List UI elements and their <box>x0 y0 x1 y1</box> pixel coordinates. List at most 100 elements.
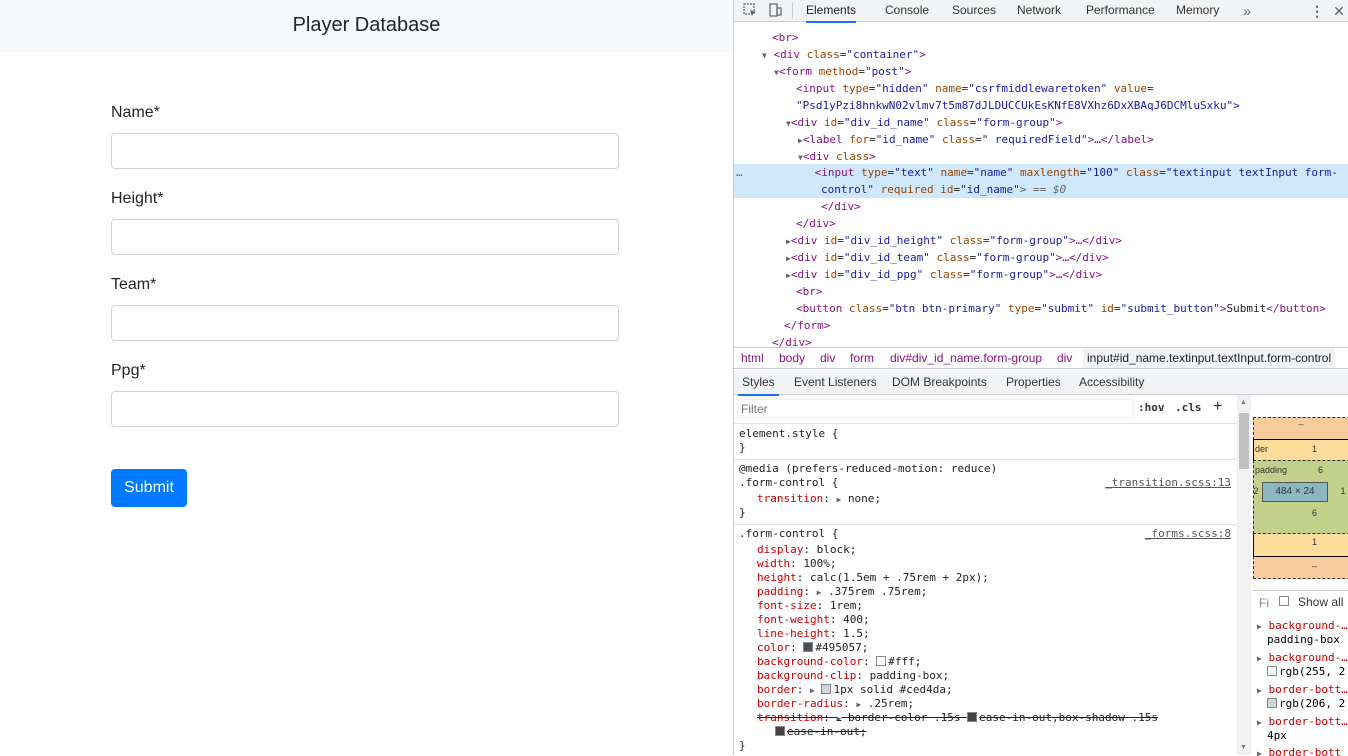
computed-property[interactable]: ▶ background-… <box>1257 619 1348 633</box>
ppg-input[interactable] <box>111 391 619 427</box>
style-declaration[interactable]: color: #495057; <box>757 641 868 655</box>
padding-left-value[interactable]: 2 <box>1253 484 1259 498</box>
style-declaration[interactable]: width: 100%; <box>757 557 837 571</box>
scroll-down-icon[interactable]: ▼ <box>1240 744 1247 751</box>
breadcrumb-item[interactable]: body <box>779 351 805 365</box>
device-toolbar-icon[interactable] <box>767 3 783 19</box>
overridden-declaration[interactable]: transition: ▶ border-color .15s ease-in-… <box>757 711 1158 725</box>
inspect-element-icon[interactable] <box>742 3 758 19</box>
tab-styles[interactable]: Styles <box>738 370 779 396</box>
team-input[interactable] <box>111 305 619 341</box>
easing-icon[interactable] <box>967 712 978 722</box>
overridden-declaration-continuation: ease-in-out; <box>775 725 866 739</box>
dom-node[interactable]: ▼<div class> <box>734 148 1348 165</box>
dom-node[interactable]: </div> <box>734 215 1348 232</box>
style-declaration[interactable]: height: calc(1.5em + .75rem + 2px); <box>757 571 989 585</box>
dom-node[interactable]: ▶<div id="div_id_team" class="form-group… <box>734 249 1348 266</box>
menu-icon[interactable]: ⋮ <box>1309 3 1325 19</box>
dom-node[interactable]: <br> <box>734 29 1348 46</box>
tab-memory[interactable]: Memory <box>1176 0 1219 21</box>
devtools-toolbar: Elements Console Sources Network Perform… <box>734 0 1348 23</box>
color-swatch-icon[interactable] <box>876 656 887 666</box>
breadcrumb-item[interactable]: div <box>1057 351 1072 365</box>
computed-property[interactable]: ▶ background-… <box>1257 651 1348 665</box>
dom-node[interactable]: ▶<div id="div_id_ppg" class="form-group"… <box>734 266 1348 283</box>
tab-performance[interactable]: Performance <box>1086 0 1155 21</box>
dom-node[interactable]: <br> <box>734 283 1348 300</box>
submit-button[interactable]: Submit <box>111 469 187 507</box>
tab-properties[interactable]: Properties <box>1006 370 1061 394</box>
style-declaration[interactable]: background-color: #fff; <box>757 655 921 669</box>
style-declaration[interactable]: display: block; <box>757 543 856 557</box>
class-toggle-button[interactable]: .cls <box>1175 401 1202 414</box>
breadcrumb-item[interactable]: div <box>820 351 835 365</box>
rule-selector[interactable]: .form-control { <box>739 476 838 490</box>
dom-node[interactable]: <button class="btn btn-primary" type="su… <box>734 300 1348 317</box>
styles-pane: :hov .cls + element.style { } @media (pr… <box>734 395 1237 755</box>
dom-node[interactable]: <input type="hidden" name="csrfmiddlewar… <box>734 80 1348 97</box>
padding-top-value[interactable]: 6 <box>1253 464 1323 476</box>
scrollbar-thumb[interactable] <box>1239 413 1249 469</box>
dom-node[interactable]: ▶<div id="div_id_height" class="form-gro… <box>734 232 1348 249</box>
style-declaration[interactable]: line-height: 1.5; <box>757 627 870 641</box>
easing-icon[interactable] <box>775 726 785 736</box>
computed-pane: Fi Show all ▶ background-… padding-box ▶… <box>1253 590 1348 756</box>
style-declaration[interactable]: transition: ▶ none; <box>757 492 881 506</box>
hover-state-button[interactable]: :hov <box>1138 401 1165 414</box>
show-all-checkbox[interactable] <box>1279 596 1289 606</box>
collapse-arrow-icon[interactable]: ▼ <box>762 51 767 60</box>
tab-elements[interactable]: Elements <box>806 0 857 23</box>
dom-node[interactable]: ▼<div id="div_id_name" class="form-group… <box>734 114 1348 131</box>
breadcrumb-item[interactable]: form <box>850 351 874 365</box>
more-tabs-icon[interactable]: » <box>1239 3 1255 19</box>
computed-property[interactable]: ▶ border-bott… <box>1257 715 1348 729</box>
app-header: Player Database <box>0 0 733 52</box>
style-declaration[interactable]: border-radius: ▶ .25rem; <box>757 697 914 711</box>
padding-right-value[interactable]: 1 <box>1339 484 1347 498</box>
style-declaration[interactable]: border: ▶ 1px solid #ced4da; <box>757 683 953 697</box>
margin-bottom-value[interactable]: – <box>1253 559 1317 573</box>
border-bottom-value[interactable]: 1 <box>1253 535 1317 549</box>
tab-accessibility[interactable]: Accessibility <box>1079 370 1144 394</box>
computed-property[interactable]: ▶ border-bott… <box>1257 683 1348 697</box>
computed-filter-input[interactable]: Fi <box>1259 596 1269 610</box>
style-declaration[interactable]: font-size: 1rem; <box>757 599 863 613</box>
source-link[interactable]: _forms.scss:8 <box>1145 527 1231 541</box>
selected-dom-node-continuation[interactable]: control" required id="id_name"> == $0 <box>734 181 1348 198</box>
toolbar-divider <box>792 3 793 19</box>
style-declaration[interactable]: font-weight: 400; <box>757 613 870 627</box>
dom-node[interactable]: </form> <box>734 317 1348 334</box>
tab-console[interactable]: Console <box>885 0 929 21</box>
dom-node[interactable]: ▼ <div class="container"> <box>734 46 1348 63</box>
breadcrumb-item-current[interactable]: input#id_name.textinput.textInput.form-c… <box>1083 348 1336 368</box>
height-input[interactable] <box>111 219 619 255</box>
tab-event-listeners[interactable]: Event Listeners <box>794 370 877 394</box>
margin-top-value[interactable]: – <box>1253 417 1348 431</box>
box-model-content[interactable]: 484 × 24 <box>1262 482 1328 502</box>
source-link[interactable]: _transition.scss:13 <box>1105 476 1231 490</box>
rule-selector[interactable]: .form-control { <box>739 527 838 541</box>
element-style-selector[interactable]: element.style { <box>739 427 838 441</box>
breadcrumb-item[interactable]: html <box>741 351 764 365</box>
color-swatch-icon[interactable] <box>821 684 832 694</box>
border-top-value[interactable]: 1 <box>1253 443 1317 455</box>
close-icon[interactable]: ✕ <box>1331 3 1347 19</box>
padding-bottom-value[interactable]: 6 <box>1253 506 1317 520</box>
styles-filter-input[interactable] <box>737 399 1133 418</box>
style-declaration[interactable]: padding: ▶ .375rem .75rem; <box>757 585 927 599</box>
name-input[interactable] <box>111 133 619 169</box>
styles-scrollbar[interactable]: ▲ ▼ <box>1237 395 1251 755</box>
tab-dom-breakpoints[interactable]: DOM Breakpoints <box>892 370 987 394</box>
style-declaration[interactable]: background-clip: padding-box; <box>757 669 949 683</box>
tab-network[interactable]: Network <box>1017 0 1061 21</box>
dom-node[interactable]: </div> <box>734 334 1348 347</box>
breadcrumb-item[interactable]: div#div_id_name.form-group <box>890 351 1042 365</box>
dom-node[interactable]: ▼<form method="post"> <box>734 63 1348 80</box>
dom-node[interactable]: ▶<label for="id_name" class=" requiredFi… <box>734 131 1348 148</box>
selected-dom-node[interactable]: … <input type="text" name="name" maxlengt… <box>734 164 1348 181</box>
dom-node[interactable]: </div> <box>734 198 1348 215</box>
tab-sources[interactable]: Sources <box>952 0 996 21</box>
add-rule-icon[interactable]: + <box>1213 398 1222 416</box>
scroll-up-icon[interactable]: ▲ <box>1240 399 1247 406</box>
color-swatch-icon[interactable] <box>803 642 814 652</box>
